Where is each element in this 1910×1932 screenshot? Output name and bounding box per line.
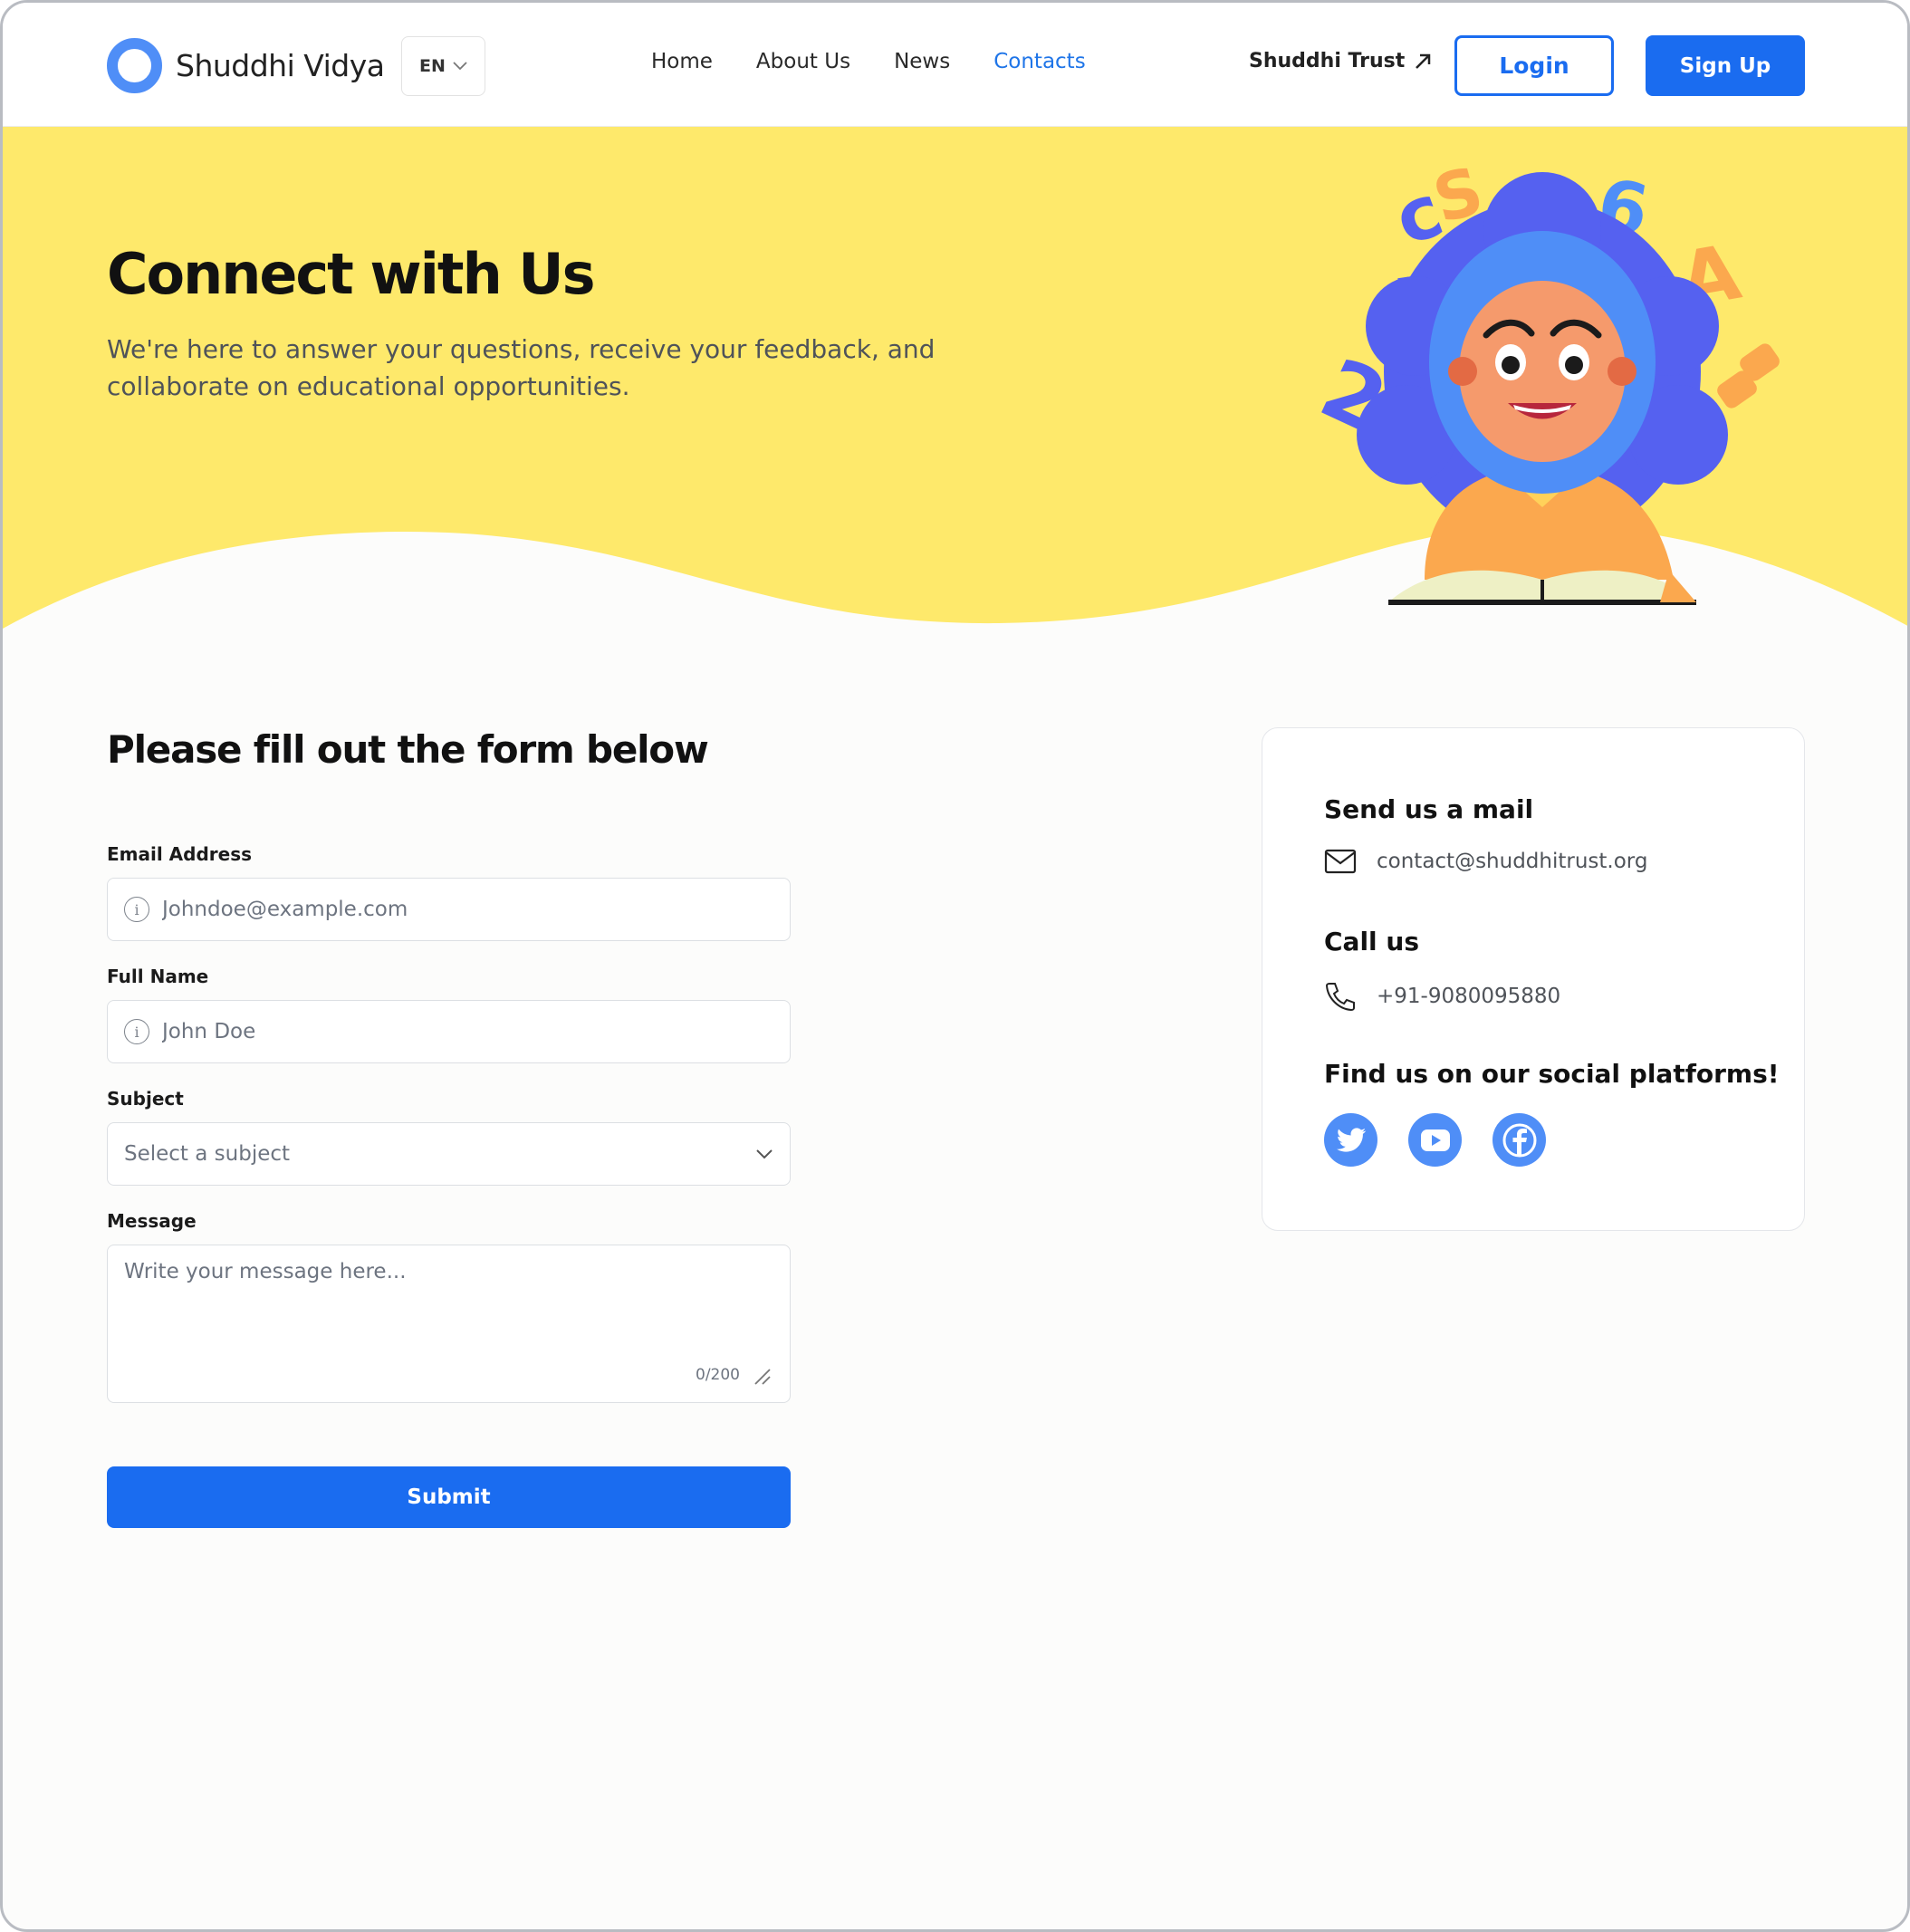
- shuddhi-trust-link[interactable]: Shuddhi Trust: [1249, 50, 1432, 72]
- signup-button[interactable]: Sign Up: [1646, 35, 1805, 96]
- page-title: Connect with Us: [107, 241, 596, 307]
- girl-reading-illustration: 5 2 c S 6 A: [1307, 152, 1780, 605]
- form-title: Please fill out the form below: [107, 727, 709, 772]
- external-link-arrow-icon: [1416, 53, 1431, 69]
- phone-icon: [1325, 983, 1355, 1012]
- subject-label: Subject: [107, 1088, 184, 1110]
- submit-button[interactable]: Submit: [107, 1466, 791, 1528]
- nav-about-us[interactable]: About Us: [756, 50, 850, 73]
- email-input[interactable]: [162, 898, 773, 921]
- twitter-link[interactable]: [1324, 1113, 1377, 1167]
- youtube-icon: [1420, 1129, 1450, 1151]
- email-contact-row[interactable]: contact@shuddhitrust.org: [1324, 849, 1647, 874]
- contact-info-card: Send us a mail contact@shuddhitrust.org …: [1262, 727, 1805, 1231]
- facebook-icon: [1502, 1123, 1536, 1157]
- subject-select[interactable]: Select a subject: [107, 1122, 791, 1186]
- social-links: [1324, 1113, 1546, 1167]
- message-label: Message: [107, 1210, 197, 1232]
- main-nav: Home About Us News Contacts: [651, 50, 1086, 73]
- contact-phone: +91-9080095880: [1377, 985, 1561, 1008]
- social-heading: Find us on our social platforms!: [1324, 1059, 1780, 1089]
- youtube-link[interactable]: [1408, 1113, 1462, 1167]
- hero-subtitle: We're here to answer your questions, rec…: [107, 334, 936, 401]
- mail-heading: Send us a mail: [1324, 794, 1534, 824]
- full-name-field[interactable]: i: [107, 1000, 791, 1063]
- logo-ring-icon: [107, 37, 162, 93]
- chevron-down-icon: [756, 1149, 773, 1159]
- call-heading: Call us: [1324, 927, 1419, 956]
- message-field[interactable]: 0/200: [107, 1245, 791, 1403]
- email-field[interactable]: i: [107, 878, 791, 941]
- subject-selected-value: Select a subject: [124, 1142, 291, 1166]
- nav-home[interactable]: Home: [651, 50, 713, 73]
- facebook-link[interactable]: [1492, 1113, 1546, 1167]
- twitter-icon: [1336, 1127, 1366, 1152]
- phone-contact-row[interactable]: +91-9080095880: [1324, 981, 1560, 1012]
- character-counter: 0/200: [696, 1366, 740, 1384]
- brand-logo[interactable]: Shuddhi Vidya: [107, 37, 385, 93]
- top-navbar: Shuddhi Vidya EN Home About Us News Cont…: [3, 3, 1907, 127]
- info-icon: i: [124, 897, 149, 922]
- chevron-down-icon: [453, 62, 467, 71]
- language-selector[interactable]: EN: [401, 36, 485, 96]
- mail-icon: [1324, 849, 1357, 874]
- page-frame: Shuddhi Vidya EN Home About Us News Cont…: [0, 0, 1910, 1932]
- full-name-label: Full Name: [107, 966, 209, 987]
- info-icon: i: [124, 1019, 149, 1044]
- full-name-input[interactable]: [162, 1020, 773, 1043]
- contact-email: contact@shuddhitrust.org: [1377, 850, 1648, 873]
- login-button[interactable]: Login: [1454, 35, 1614, 96]
- nav-contacts[interactable]: Contacts: [993, 50, 1085, 73]
- language-label: EN: [419, 56, 446, 76]
- message-textarea[interactable]: [124, 1260, 773, 1350]
- nav-news[interactable]: News: [894, 50, 950, 73]
- email-label: Email Address: [107, 843, 253, 865]
- brand-name: Shuddhi Vidya: [176, 47, 385, 83]
- resize-handle-icon[interactable]: [753, 1368, 772, 1386]
- trust-link-label: Shuddhi Trust: [1249, 50, 1406, 72]
- hero-section: Connect with Us We're here to answer you…: [3, 127, 1907, 634]
